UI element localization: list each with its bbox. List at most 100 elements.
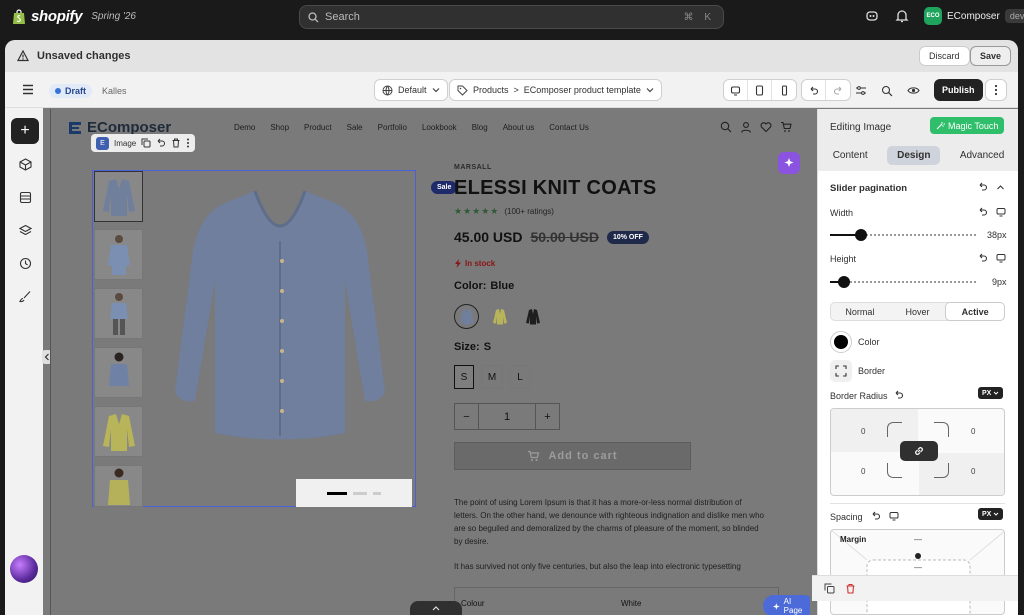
spacing-unit-select[interactable]: PX (978, 508, 1004, 520)
slider-knob[interactable] (838, 276, 850, 288)
nav-item[interactable]: Demo (234, 123, 255, 132)
sidekick-icon[interactable] (864, 8, 880, 24)
nav-item[interactable]: Blog (472, 123, 488, 132)
nav-item[interactable]: Lookbook (422, 123, 457, 132)
swatch-black[interactable] (520, 304, 545, 329)
thumbnail-1[interactable] (94, 171, 143, 222)
thumbnail-6[interactable] (94, 465, 143, 507)
delete-icon[interactable] (845, 583, 856, 594)
size-option[interactable]: L (510, 365, 530, 389)
nav-item[interactable]: Contact Us (549, 123, 589, 132)
discard-button[interactable]: Discard (919, 46, 970, 66)
slider-pagination[interactable] (296, 479, 412, 507)
thumbnail-3[interactable] (94, 288, 143, 339)
cart-icon[interactable] (780, 121, 792, 133)
shopify-logo[interactable]: shopify Spring '26 (12, 8, 136, 25)
reset-icon[interactable] (978, 253, 988, 263)
radius-top-right[interactable]: 0 (971, 427, 975, 436)
template-select[interactable]: Default (374, 79, 448, 101)
preview-eye-icon[interactable] (907, 85, 920, 96)
duplicate-icon[interactable] (824, 583, 835, 594)
desktop-icon[interactable] (889, 511, 899, 521)
thumbnail-4[interactable] (94, 347, 143, 398)
main-product-image[interactable]: Sale (145, 171, 458, 507)
radius-bottom-right[interactable]: 0 (971, 467, 975, 476)
brush-icon[interactable] (16, 287, 34, 305)
slider-knob[interactable] (855, 229, 867, 241)
radius-top-left[interactable]: 0 (861, 427, 865, 436)
margin-top-value[interactable]: — (914, 535, 922, 544)
margin-handle[interactable] (915, 553, 921, 559)
duplicate-icon[interactable] (141, 138, 151, 148)
more-icon[interactable] (186, 138, 190, 148)
redo-icon[interactable] (826, 80, 850, 100)
ai-page-button[interactable]: AI Page (763, 595, 810, 615)
search-input[interactable]: Search ⌘ K (299, 5, 724, 29)
reset-icon[interactable] (156, 138, 166, 148)
history-clock-icon[interactable] (16, 254, 34, 272)
preview-canvas[interactable]: EComposer Demo Shop Product Sale Portfol… (50, 109, 810, 615)
save-button[interactable]: Save (970, 46, 1012, 66)
tab-content[interactable]: Content (823, 146, 878, 165)
pagination-dot[interactable] (373, 491, 381, 495)
thumbnail-5[interactable] (94, 406, 143, 457)
menu-icon[interactable] (22, 84, 34, 95)
pagination-dot[interactable] (353, 491, 367, 495)
mobile-icon[interactable] (772, 80, 796, 100)
desktop-icon[interactable] (996, 253, 1006, 263)
sections-icon[interactable] (16, 188, 34, 206)
quantity-value[interactable]: 1 (479, 404, 535, 429)
border-picker[interactable] (830, 360, 852, 382)
site-search-icon[interactable] (720, 121, 732, 133)
width-value[interactable]: 38px (987, 230, 1007, 240)
nav-item[interactable]: Product (304, 123, 332, 132)
quantity-increase-button[interactable]: + (535, 404, 559, 429)
pagination-dot-active[interactable] (327, 491, 347, 495)
undo-icon[interactable] (802, 80, 826, 100)
inspect-icon[interactable] (881, 85, 893, 97)
swatch-blue[interactable] (454, 304, 479, 329)
quantity-decrease-button[interactable]: − (455, 404, 479, 429)
layers-cube-icon[interactable] (16, 155, 34, 173)
nav-item[interactable]: Portfolio (378, 123, 407, 132)
state-normal[interactable]: Normal (831, 303, 889, 320)
margin-bottom-value[interactable]: — (914, 563, 922, 572)
radius-bottom-left[interactable]: 0 (861, 467, 865, 476)
radius-unit-select[interactable]: PX (978, 387, 1004, 399)
desktop-icon[interactable] (996, 207, 1006, 217)
magic-sparkle-icon[interactable] (778, 152, 800, 174)
more-options-icon[interactable] (985, 79, 1007, 101)
assistant-orb[interactable] (10, 555, 38, 583)
add-element-button[interactable]: + (11, 118, 39, 144)
size-option[interactable]: M (482, 365, 502, 389)
stack-icon[interactable] (16, 221, 34, 239)
nav-item[interactable]: About us (503, 123, 535, 132)
wishlist-heart-icon[interactable] (760, 121, 772, 133)
state-active[interactable]: Active (946, 303, 1005, 320)
settings-sliders-icon[interactable] (855, 85, 867, 96)
nav-item[interactable]: Shop (270, 123, 289, 132)
thumbnail-2[interactable] (94, 229, 143, 280)
store-switcher[interactable]: ECO EComposer dev (924, 7, 1024, 25)
desktop-icon[interactable] (724, 80, 748, 100)
product-gallery[interactable]: Sale (92, 170, 458, 507)
tab-advanced[interactable]: Advanced (950, 146, 1014, 165)
tab-design[interactable]: Design (887, 145, 941, 165)
bell-icon[interactable] (894, 8, 910, 24)
reset-icon[interactable] (978, 207, 988, 217)
swatch-yellow[interactable] (487, 304, 512, 329)
add-to-cart-button[interactable]: Add to cart (454, 442, 691, 470)
color-picker[interactable] (830, 331, 852, 353)
height-slider[interactable] (830, 276, 976, 288)
delete-icon[interactable] (171, 138, 181, 148)
link-corners-button[interactable] (900, 441, 938, 461)
reset-icon[interactable] (871, 511, 881, 521)
tablet-icon[interactable] (748, 80, 772, 100)
size-option[interactable]: S (454, 365, 474, 389)
canvas-collapse-handle[interactable] (410, 601, 462, 615)
page-select[interactable]: Products > EComposer product template (449, 79, 662, 101)
reset-icon[interactable] (978, 182, 988, 192)
magic-touch-button[interactable]: Magic Touch (930, 117, 1005, 134)
publish-button[interactable]: Publish (934, 79, 983, 101)
chevron-up-icon[interactable] (996, 183, 1005, 192)
